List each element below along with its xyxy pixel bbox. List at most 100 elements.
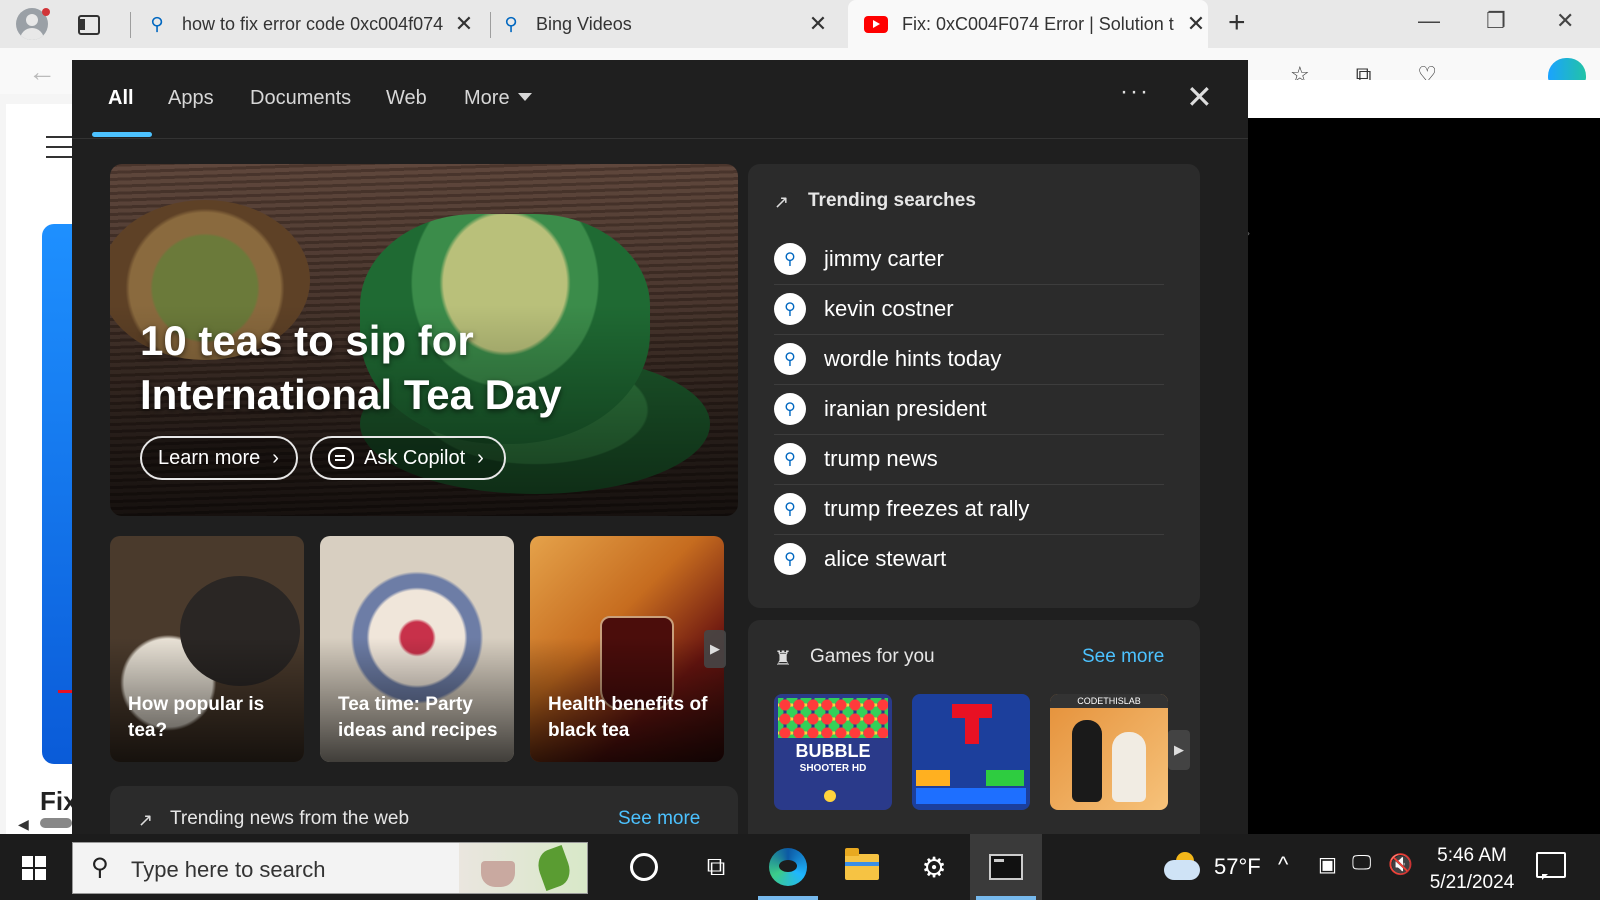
trending-search-item[interactable]: ⚲ trump news — [774, 434, 1164, 485]
trending-search-item[interactable]: ⚲ iranian president — [774, 384, 1164, 435]
search-icon: ⚲ — [91, 854, 109, 881]
nav-apps[interactable]: Apps — [168, 87, 214, 110]
news-card[interactable]: Health benefits of black tea — [530, 536, 724, 762]
close-icon[interactable]: ✕ — [806, 11, 830, 37]
minimize-button[interactable]: — — [1418, 8, 1440, 34]
game-tile-chess[interactable]: CODETHISLAB — [1050, 694, 1168, 810]
menu-icon[interactable] — [46, 136, 72, 158]
terminal-button[interactable] — [970, 834, 1042, 900]
more-options-icon[interactable]: ··· — [1120, 78, 1150, 106]
game-tile-blocks[interactable] — [912, 694, 1030, 810]
network-icon[interactable]: 🖵 — [1352, 852, 1371, 875]
edge-icon — [769, 848, 807, 886]
hero-card[interactable]: 10 teas to sip for International Tea Day… — [110, 164, 738, 516]
close-flyout-button[interactable]: ✕ — [1186, 78, 1213, 116]
task-view-button[interactable]: ⧉ — [680, 834, 752, 900]
trending-news-title: Trending news from the web — [170, 808, 410, 829]
bubbles-art — [778, 698, 888, 738]
tab-actions-icon[interactable] — [76, 12, 100, 36]
notification-center-icon[interactable] — [1536, 852, 1566, 880]
nav-more[interactable]: More — [464, 87, 532, 110]
clock-time: 5:46 AM — [1437, 845, 1507, 866]
tab-title: Fix: 0xC004F074 Error | Solution t — [902, 13, 1174, 34]
ball-art — [824, 790, 836, 802]
tab-separator — [130, 12, 131, 38]
nav-web[interactable]: Web — [386, 87, 427, 110]
news-card[interactable]: How popular is tea? — [110, 536, 304, 762]
tab-bing-videos[interactable]: ⚲ Bing Videos ✕ — [500, 0, 830, 48]
trending-search-item[interactable]: ⚲ kevin costner — [774, 284, 1164, 335]
restore-button[interactable]: ❐ — [1486, 8, 1506, 34]
horizontal-scrollbar[interactable] — [40, 818, 72, 828]
volume-muted-icon[interactable]: 🔇 — [1388, 852, 1413, 877]
temperature[interactable]: 57°F — [1214, 854, 1261, 880]
card-title: Tea time: Party ideas and recipes — [338, 694, 498, 741]
trending-search-label: trump news — [824, 446, 938, 471]
trending-search-item[interactable]: ⚲ jimmy carter — [774, 234, 1164, 285]
game-publisher-label: CODETHISLAB — [1050, 694, 1168, 708]
trending-icon: ↗ — [774, 192, 790, 212]
tab-search-error[interactable]: ⚲ how to fix error code 0xc004f074 ✕ — [146, 0, 476, 48]
active-app-indicator — [976, 896, 1036, 900]
search-icon: ⚲ — [774, 493, 806, 525]
games-see-more[interactable]: See more — [1082, 646, 1164, 668]
search-icon: ⚲ — [774, 443, 806, 475]
trending-news-see-more[interactable]: See more — [618, 808, 700, 830]
blocks-art — [916, 752, 1026, 804]
back-button[interactable]: ← — [28, 56, 56, 88]
learn-more-label: Learn more — [158, 446, 261, 469]
trending-search-item[interactable]: ⚲ alice stewart — [774, 534, 1164, 584]
tab-title: how to fix error code 0xc004f074 — [182, 13, 444, 34]
games-panel: ♜ Games for you See more BUBBLE SHOOTER H… — [748, 620, 1200, 834]
ask-copilot-label: Ask Copilot — [364, 446, 466, 469]
search-icon: ⚲ — [774, 293, 806, 325]
trending-searches-title: Trending searches — [808, 190, 976, 211]
search-flyout: All Apps Documents Web More ··· ✕ 10 tea… — [72, 60, 1248, 834]
edge-taskbar-button[interactable] — [752, 834, 824, 900]
file-explorer-button[interactable] — [826, 834, 898, 900]
search-icon: ⚲ — [150, 13, 164, 34]
search-highlight-art — [459, 843, 587, 893]
cortana-icon — [630, 853, 658, 881]
ask-copilot-button[interactable]: Ask Copilot › — [310, 436, 506, 480]
new-tab-button[interactable]: + — [1228, 6, 1246, 40]
taskbar-search-box[interactable]: ⚲ Type here to search — [72, 842, 588, 894]
clock[interactable]: 5:46 AM 5/21/2024 — [1420, 842, 1524, 896]
card-title: How popular is tea? — [128, 694, 265, 741]
chevron-up-icon[interactable]: ^ — [1278, 852, 1288, 878]
scroll-left-icon[interactable]: ◀ — [18, 816, 29, 833]
page-banner — [42, 224, 72, 764]
card-title: Health benefits of black tea — [548, 694, 708, 741]
games-next-button[interactable]: ▶ — [1168, 730, 1190, 770]
learn-more-button[interactable]: Learn more › — [140, 436, 298, 480]
close-icon[interactable]: ✕ — [452, 11, 476, 37]
cards-next-button[interactable]: ▶ — [704, 630, 726, 668]
close-window-button[interactable]: ✕ — [1556, 8, 1574, 34]
taskbar-search-placeholder: Type here to search — [131, 857, 326, 882]
settings-button[interactable]: ⚙ — [898, 834, 970, 900]
weather-icon[interactable] — [1164, 852, 1204, 880]
tab-fix-error-video[interactable]: Fix: 0xC004F074 Error | Solution t ✕ — [848, 0, 1208, 48]
clock-date: 5/21/2024 — [1429, 872, 1515, 893]
close-icon[interactable]: ✕ — [1184, 11, 1208, 37]
nav-active-indicator — [92, 132, 152, 137]
nav-documents[interactable]: Documents — [250, 87, 351, 110]
trending-search-label: alice stewart — [824, 546, 947, 571]
trending-search-label: trump freezes at rally — [824, 496, 1030, 521]
chevron-right-icon: › — [477, 446, 484, 469]
chess-piece-art — [1112, 732, 1146, 802]
game-tile-bubble-shooter[interactable]: BUBBLE SHOOTER HD — [774, 694, 892, 810]
trending-search-item[interactable]: ⚲ trump freezes at rally — [774, 484, 1164, 535]
news-card[interactable]: Tea time: Party ideas and recipes — [320, 536, 514, 762]
meet-now-icon[interactable]: ▣ — [1318, 852, 1337, 877]
trending-search-item[interactable]: ⚲ wordle hints today — [774, 334, 1164, 385]
folder-icon — [845, 848, 879, 880]
cortana-button[interactable] — [608, 834, 680, 900]
windows-start-icon[interactable] — [22, 856, 46, 880]
nav-all[interactable]: All — [108, 87, 134, 110]
chess-piece-art — [1072, 720, 1102, 802]
gear-icon: ⚙ — [921, 851, 947, 883]
task-view-icon: ⧉ — [706, 851, 726, 881]
caret-down-icon — [517, 93, 532, 101]
game-logo-text: BUBBLE SHOOTER HD — [780, 742, 886, 778]
